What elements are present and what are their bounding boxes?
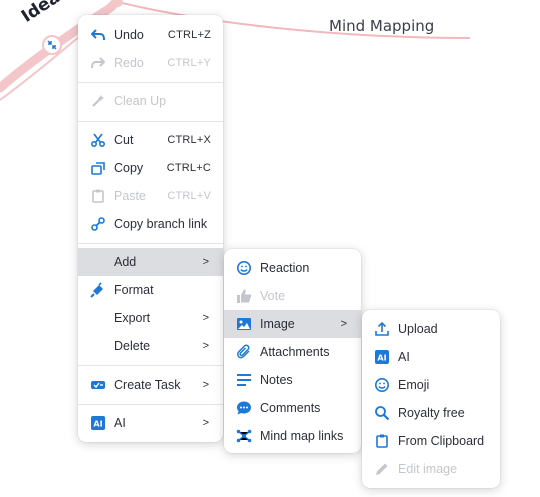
menu-item-edit-image[interactable]: Edit image	[362, 455, 500, 483]
thumbs-up-icon	[236, 288, 252, 304]
comment-icon	[236, 400, 252, 416]
menu-item-add[interactable]: Add >	[78, 248, 223, 276]
ai-icon: AI	[90, 415, 106, 431]
menu-separator	[78, 121, 223, 122]
menu-item-copy-branch-link[interactable]: Copy branch link	[78, 210, 223, 238]
pencil-icon	[374, 461, 390, 477]
menu-item-upload[interactable]: Upload	[362, 315, 500, 343]
menu-item-export[interactable]: Export >	[78, 304, 223, 332]
svg-text:AI: AI	[377, 354, 386, 363]
menu-item-emoji[interactable]: Emoji	[362, 371, 500, 399]
menu-item-copy[interactable]: Copy CTRL+C	[78, 154, 223, 182]
link-icon	[90, 216, 106, 232]
svg-text:AI: AI	[93, 420, 102, 429]
submenu-arrow: >	[340, 318, 347, 330]
menu-item-cut[interactable]: Cut CTRL+X	[78, 126, 223, 154]
menu-item-format[interactable]: Format	[78, 276, 223, 304]
menu-item-ai[interactable]: AI AI >	[78, 409, 223, 437]
submenu-arrow: >	[202, 379, 209, 391]
menu-separator	[78, 82, 223, 83]
collapse-branch-button[interactable]	[42, 35, 62, 55]
search-icon	[374, 405, 390, 421]
image-submenu: Upload AI AI Emoji Royalty free From Cli…	[362, 310, 500, 488]
notes-icon	[236, 372, 252, 388]
scissors-icon	[90, 132, 106, 148]
task-icon	[90, 377, 106, 393]
menu-item-delete[interactable]: Delete >	[78, 332, 223, 360]
menu-item-mind-map-links[interactable]: Mind map links	[224, 422, 361, 450]
collapse-icon	[47, 40, 57, 50]
submenu-arrow: >	[202, 312, 209, 324]
copy-icon	[90, 160, 106, 176]
image-icon	[236, 316, 252, 332]
paperclip-icon	[236, 344, 252, 360]
paint-bucket-icon	[90, 282, 106, 298]
ai-icon: AI	[374, 349, 390, 365]
menu-item-vote[interactable]: Vote	[224, 282, 361, 310]
clipboard-icon	[90, 188, 106, 204]
upload-icon	[374, 321, 390, 337]
network-icon	[236, 428, 252, 444]
menu-item-reaction[interactable]: Reaction	[224, 254, 361, 282]
undo-icon	[90, 27, 106, 43]
menu-item-undo[interactable]: Undo CTRL+Z	[78, 21, 223, 49]
submenu-arrow: >	[202, 256, 209, 268]
menu-item-comments[interactable]: Comments	[224, 394, 361, 422]
menu-item-notes[interactable]: Notes	[224, 366, 361, 394]
magic-wand-icon	[90, 93, 106, 109]
menu-separator	[78, 404, 223, 405]
menu-item-from-clipboard[interactable]: From Clipboard	[362, 427, 500, 455]
menu-separator	[78, 365, 223, 366]
smiley-icon	[374, 377, 390, 393]
add-submenu: Reaction Vote Image > Attachments Notes …	[224, 249, 361, 453]
context-menu: Undo CTRL+Z Redo CTRL+Y Clean Up Cut CTR…	[78, 15, 223, 442]
menu-item-clean-up[interactable]: Clean Up	[78, 87, 223, 115]
smiley-icon	[236, 260, 252, 276]
clipboard-icon	[374, 433, 390, 449]
menu-item-paste[interactable]: Paste CTRL+V	[78, 182, 223, 210]
branch-topic[interactable]: Mind Mapping	[329, 17, 434, 35]
redo-icon	[90, 55, 106, 71]
menu-item-image-ai[interactable]: AI AI	[362, 343, 500, 371]
menu-separator	[78, 243, 223, 244]
menu-item-attachments[interactable]: Attachments	[224, 338, 361, 366]
menu-item-royalty-free[interactable]: Royalty free	[362, 399, 500, 427]
submenu-arrow: >	[202, 417, 209, 429]
submenu-arrow: >	[202, 340, 209, 352]
menu-item-redo[interactable]: Redo CTRL+Y	[78, 49, 223, 77]
menu-item-image[interactable]: Image >	[224, 310, 361, 338]
menu-item-create-task[interactable]: Create Task >	[78, 371, 223, 399]
